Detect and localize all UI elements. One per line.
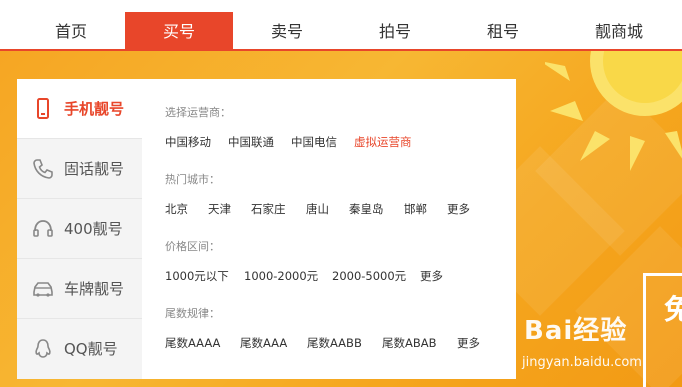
- sidebar-item-label: 手机靓号: [64, 100, 125, 118]
- promo-text: 免: [664, 293, 682, 326]
- carrier-option[interactable]: 中国移动: [165, 134, 211, 150]
- city-option[interactable]: 北京: [165, 201, 188, 217]
- sun-illustration: [545, 51, 682, 171]
- filter-content: 选择运营商： 中国移动 中国联通 中国电信 虚拟运营商 热门城市： 北京 天津 …: [165, 79, 505, 379]
- city-filter-title: 热门城市：: [165, 173, 220, 186]
- city-option[interactable]: 秦皇岛: [349, 201, 384, 217]
- carrier-option[interactable]: 虚拟运营商: [354, 134, 412, 150]
- price-option[interactable]: 1000-2000元: [244, 268, 318, 284]
- car-icon: [33, 282, 53, 297]
- tab-sell[interactable]: 卖号: [233, 12, 341, 51]
- city-option[interactable]: 唐山: [306, 201, 329, 217]
- price-option[interactable]: 1000元以下: [165, 268, 229, 284]
- price-filter-title: 价格区间：: [165, 240, 220, 253]
- tab-mall[interactable]: 靓商城: [565, 12, 673, 51]
- pattern-option[interactable]: 尾数ABAB: [382, 335, 437, 351]
- sidebar-item-mobile[interactable]: 手机靓号: [17, 79, 142, 139]
- pattern-option[interactable]: 尾数AABB: [307, 335, 362, 351]
- sidebar-item-label: 车牌靓号: [64, 280, 125, 298]
- sidebar-item-label: 400靓号: [64, 220, 123, 238]
- city-option[interactable]: 邯郸: [404, 201, 427, 217]
- sidebar-item-landline[interactable]: 固话靓号: [17, 139, 142, 199]
- sidebar-item-label: 固话靓号: [64, 160, 125, 178]
- top-nav-bar: 首页 买号 卖号 拍号 租号 靓商城: [0, 0, 682, 51]
- sidebar-item-plate[interactable]: 车牌靓号: [17, 259, 142, 319]
- tab-auction[interactable]: 拍号: [341, 12, 449, 51]
- pattern-more-link[interactable]: 更多: [457, 335, 480, 351]
- number-filter-panel: 手机靓号 固话靓号 400靓号 车牌靓号 QQ靓号 选择运营商： 中国移动 中国…: [17, 79, 516, 379]
- tab-home[interactable]: 首页: [17, 12, 125, 51]
- landline-phone-icon: [33, 159, 53, 179]
- city-option[interactable]: 天津: [208, 201, 231, 217]
- sidebar-item-400[interactable]: 400靓号: [17, 199, 142, 259]
- category-sidebar: 手机靓号 固话靓号 400靓号 车牌靓号 QQ靓号: [17, 79, 142, 379]
- sidebar-item-label: QQ靓号: [64, 340, 118, 358]
- city-option[interactable]: 石家庄: [251, 201, 286, 217]
- carrier-filter-title: 选择运营商：: [165, 106, 231, 119]
- price-more-link[interactable]: 更多: [420, 268, 443, 284]
- sidebar-item-qq[interactable]: QQ靓号: [17, 319, 142, 379]
- qq-penguin-icon: [35, 339, 51, 358]
- carrier-option[interactable]: 中国联通: [228, 134, 274, 150]
- promo-badge[interactable]: 免: [643, 273, 682, 387]
- mobile-phone-icon: [37, 98, 49, 119]
- pattern-option[interactable]: 尾数AAAA: [165, 335, 220, 351]
- tab-rent[interactable]: 租号: [449, 12, 557, 51]
- pattern-option[interactable]: 尾数AAA: [240, 335, 287, 351]
- baidu-watermark-url: jingyan.baidu.com: [522, 355, 642, 370]
- tab-buy[interactable]: 买号: [125, 12, 233, 51]
- baidu-watermark-logo: Bai经验: [524, 316, 628, 346]
- pattern-filter-title: 尾数规律：: [165, 307, 220, 320]
- price-option[interactable]: 2000-5000元: [332, 268, 406, 284]
- headset-icon: [33, 220, 53, 237]
- city-more-link[interactable]: 更多: [447, 201, 470, 217]
- carrier-option[interactable]: 中国电信: [291, 134, 337, 150]
